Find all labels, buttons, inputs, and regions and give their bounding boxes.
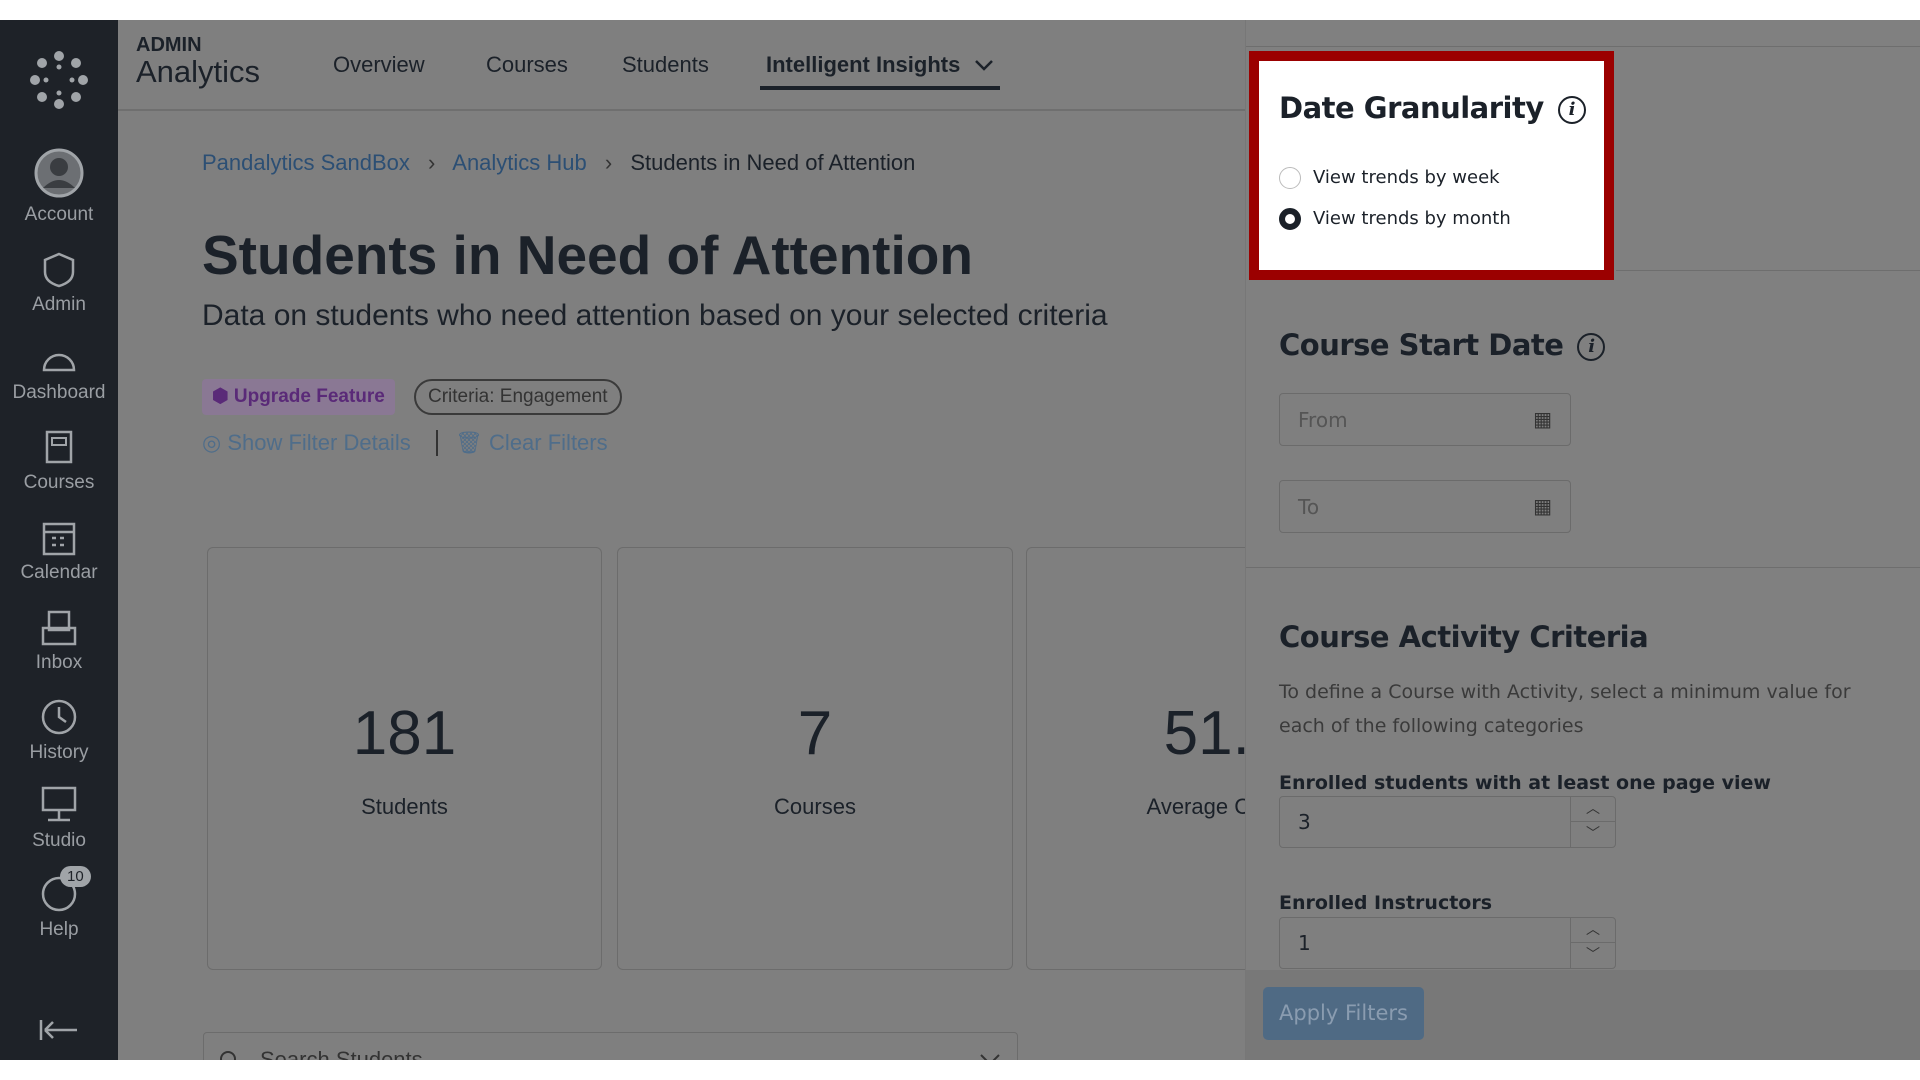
collapse-nav-icon[interactable] (39, 1018, 79, 1042)
search-placeholder: Search Students (260, 1047, 423, 1060)
global-nav: Account Admin Dashboard Courses Calendar… (0, 20, 118, 1060)
page-view-label: Enrolled students with at least one page… (1279, 772, 1771, 794)
chevron-up-icon[interactable]: ︿ (1571, 918, 1615, 943)
filters-panel: Date Granularity i View trends by week Vi… (1245, 20, 1920, 1060)
sidebar-item-label: Dashboard (12, 382, 106, 403)
sidebar-item-calendar[interactable]: Calendar (0, 520, 118, 584)
sidebar-item-admin[interactable]: Admin (0, 252, 118, 316)
clear-filters-link[interactable]: 🗑 Clear Filters (455, 430, 608, 456)
sidebar-item-label: Calendar (20, 562, 98, 583)
show-filter-details-link[interactable]: ◎ Show Filter Details (202, 430, 411, 456)
stat-label: Students (361, 794, 448, 819)
sidebar-item-courses[interactable]: Courses (0, 430, 118, 494)
shield-star-icon: ⬢ (212, 386, 234, 407)
help-badge: 10 (60, 866, 91, 887)
sidebar-item-label: Studio (32, 830, 86, 851)
sidebar-item-label: Help (39, 919, 79, 940)
admin-icon (43, 252, 75, 288)
stat-value: 181 (352, 699, 457, 768)
tab-courses[interactable]: Courses (486, 52, 568, 78)
eye-icon: ◎ (202, 430, 228, 455)
to-date-input[interactable]: To ▦ (1279, 480, 1571, 533)
dashboard-icon (42, 353, 76, 372)
search-icon (220, 1051, 236, 1060)
stat-label: Courses (774, 794, 856, 819)
chevron-down-icon[interactable]: ﹀ (1571, 943, 1615, 968)
link-label: Show Filter Details (227, 430, 411, 455)
badge-label: Upgrade Feature (233, 386, 385, 407)
app-header: ADMIN Analytics Overview Courses Student… (118, 20, 1245, 111)
date-granularity-section: Date Granularity i View trends by week Vi… (1259, 61, 1604, 270)
radio-week[interactable]: View trends by week (1279, 167, 1500, 189)
radio-button-selected[interactable] (1279, 208, 1301, 230)
stat-card-students: 181 Students (207, 547, 602, 970)
sidebar-item-help[interactable]: 10 Help (0, 866, 118, 941)
instructors-stepper[interactable]: 1 ︿ ﹀ (1279, 917, 1616, 969)
chevron-up-icon[interactable]: ︿ (1571, 797, 1615, 822)
calendar-icon[interactable]: ▦ (1533, 407, 1552, 431)
chevron-down-icon (975, 60, 994, 71)
account-icon (34, 148, 84, 198)
sidebar-item-label: Courses (23, 472, 95, 493)
radio-month[interactable]: View trends by month (1279, 208, 1511, 230)
breadcrumb-separator: › (428, 150, 436, 175)
breadcrumb-link[interactable]: Pandalytics SandBox (202, 150, 410, 175)
studio-icon (41, 786, 77, 822)
course-activity-title: Course Activity Criteria (1279, 620, 1649, 654)
tab-overview[interactable]: Overview (333, 52, 425, 78)
radio-button[interactable] (1279, 167, 1301, 189)
date-granularity-highlight: Date Granularity i View trends by week Vi… (1249, 51, 1614, 280)
criteria-badge: Criteria: Engagement (414, 379, 622, 415)
sidebar-item-inbox[interactable]: Inbox (0, 610, 118, 674)
info-icon[interactable]: i (1557, 96, 1586, 124)
sidebar-item-label: Inbox (35, 652, 83, 673)
tab-intelligent-insights[interactable]: Intelligent Insights (760, 52, 1001, 90)
sidebar-item-label: Admin (32, 294, 86, 315)
page-title: Students in Need of Attention (202, 224, 973, 286)
course-start-date-title: Course Start Date i (1279, 328, 1606, 362)
sidebar-item-label: History (29, 742, 89, 763)
breadcrumb-separator: › (604, 150, 613, 175)
sidebar-item-account[interactable]: Account (0, 148, 118, 226)
breadcrumb: Pandalytics SandBox › Analytics Hub › St… (202, 150, 915, 176)
canvas-logo-icon[interactable] (29, 50, 89, 110)
trash-icon: 🗑 (455, 430, 490, 455)
breadcrumb-link[interactable]: Analytics Hub (452, 150, 587, 175)
stat-value: 7 (797, 699, 833, 768)
sidebar-item-label: Account (24, 204, 94, 225)
sidebar-item-history[interactable]: History (0, 698, 118, 764)
tab-students[interactable]: Students (622, 52, 709, 78)
sidebar-item-dashboard[interactable]: Dashboard (0, 342, 118, 404)
instructors-label: Enrolled Instructors (1279, 892, 1493, 914)
calendar-icon[interactable]: ▦ (1533, 494, 1552, 518)
courses-icon (45, 430, 73, 464)
search-students-input[interactable]: Search Students (203, 1032, 1018, 1060)
breadcrumb-current: Students in Need of Attention (630, 150, 916, 175)
upgrade-feature-badge: ⬢ Upgrade Feature (202, 379, 395, 415)
calendar-icon (42, 522, 76, 556)
sidebar-item-studio[interactable]: Studio (0, 786, 118, 852)
divider (436, 430, 438, 456)
inbox-icon (41, 610, 77, 646)
info-icon[interactable]: i (1577, 333, 1606, 361)
app-title: Analytics (136, 54, 261, 89)
from-date-input[interactable]: From ▦ (1279, 393, 1571, 446)
panel-footer: Apply Filters (1246, 970, 1920, 1060)
history-icon (41, 699, 77, 735)
tab-label: Intelligent Insights (766, 52, 961, 77)
chevron-down-icon[interactable] (979, 1053, 1001, 1060)
chevron-down-icon[interactable]: ﹀ (1571, 822, 1615, 847)
stat-card-courses: 7 Courses (617, 547, 1013, 970)
activity-description: To define a Course with Activity, select… (1279, 681, 1851, 737)
section-title: Date Granularity i (1279, 91, 1586, 125)
apply-filters-button[interactable]: Apply Filters (1263, 987, 1424, 1040)
link-label: Clear Filters (489, 430, 608, 455)
page-subtitle: Data on students who need attention base… (202, 299, 1108, 332)
page-view-stepper[interactable]: 3 ︿ ﹀ (1279, 796, 1616, 848)
